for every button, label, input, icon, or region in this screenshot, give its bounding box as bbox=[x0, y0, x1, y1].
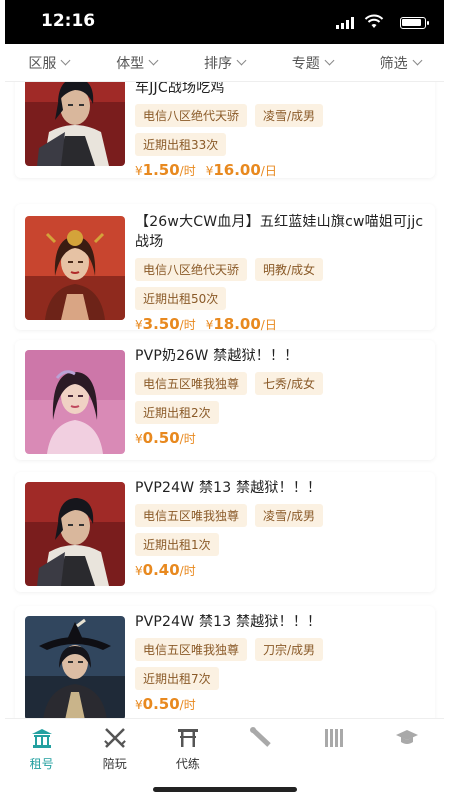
scroll-icon bbox=[249, 727, 273, 755]
role-tag: 刀宗/成男 bbox=[255, 638, 324, 661]
character-avatar[interactable] bbox=[25, 616, 125, 720]
listing-title[interactable]: 【26w大CW血月】五红蓝娃山旗cw喵姐可jjc战场 bbox=[135, 212, 427, 252]
chevron-down-icon bbox=[60, 55, 71, 66]
listing-info: PVP24W 禁13 禁越狱！！！ 电信五区唯我独尊 凌雪/成男 近期出租1次 … bbox=[135, 478, 427, 579]
server-tag: 电信五区唯我独尊 bbox=[135, 638, 248, 661]
listing-info: PVP奶26W 禁越狱！！！ 电信五区唯我独尊 七秀/成女 近期出租2次 ¥0.… bbox=[135, 346, 427, 447]
tab-label: 租号 bbox=[29, 757, 54, 771]
server-tag: 电信八区绝代天骄 bbox=[135, 258, 248, 281]
rental-count-badge: 近期出租1次 bbox=[135, 533, 219, 556]
listing-card[interactable]: PVP奶26W 禁越狱！！！ 电信五区唯我独尊 七秀/成女 近期出租2次 ¥0.… bbox=[15, 340, 435, 460]
server-tag: 电信五区唯我独尊 bbox=[135, 504, 248, 527]
listing-prices: ¥3.50/时 ¥18.00/日 bbox=[135, 315, 427, 333]
crossed-swords-icon bbox=[103, 727, 127, 755]
price-per-hour: ¥0.50/时 bbox=[135, 695, 196, 713]
filter-body-type[interactable]: 体型 bbox=[93, 53, 181, 73]
tab-label: 陪玩 bbox=[102, 757, 127, 771]
listing-tags: 电信五区唯我独尊 七秀/成女 bbox=[135, 372, 427, 395]
home-indicator bbox=[153, 787, 297, 792]
price-per-hour: ¥0.40/时 bbox=[135, 561, 196, 579]
listing-tags: 电信五区唯我独尊 凌雪/成男 bbox=[135, 504, 427, 527]
listing-card[interactable]: PVP24W 禁13 禁越狱！！！ 电信五区唯我独尊 凌雪/成男 近期出租1次 … bbox=[15, 472, 435, 592]
app-screen: 12:16 区服 体型 排序 专题 筛选 【十大白雪限文】20w月饼更新帝配雪爹… bbox=[5, 0, 444, 800]
character-avatar[interactable] bbox=[25, 216, 125, 320]
role-tag: 明教/成女 bbox=[255, 258, 324, 281]
listing-info: PVP24W 禁13 禁越狱！！！ 电信五区唯我独尊 刀宗/成男 近期出租7次 … bbox=[135, 612, 427, 713]
price-per-hour: ¥1.50/时 bbox=[135, 161, 196, 179]
filter-server[interactable]: 区服 bbox=[5, 53, 93, 73]
chevron-down-icon bbox=[324, 55, 335, 66]
bottom-tab-bar: 租号 陪玩 代练 bbox=[5, 718, 444, 778]
gate-icon bbox=[176, 727, 200, 755]
price-per-hour: ¥3.50/时 bbox=[135, 315, 196, 333]
character-avatar[interactable] bbox=[25, 350, 125, 454]
tab-temple[interactable]: 租号 bbox=[5, 719, 78, 778]
tab-scroll[interactable] bbox=[225, 719, 298, 778]
price-per-day: ¥16.00/日 bbox=[205, 161, 277, 179]
battery-icon bbox=[400, 17, 429, 29]
temple-icon bbox=[30, 727, 54, 755]
server-tag: 电信八区绝代天骄 bbox=[135, 104, 248, 127]
filter-more[interactable]: 筛选 bbox=[356, 53, 444, 73]
role-tag: 凌雪/成男 bbox=[255, 104, 324, 127]
tab-book[interactable] bbox=[298, 719, 371, 778]
filter-sort[interactable]: 排序 bbox=[181, 53, 269, 73]
rental-count-badge: 近期出租2次 bbox=[135, 401, 219, 424]
listing-card[interactable]: PVP24W 禁13 禁越狱！！！ 电信五区唯我独尊 刀宗/成男 近期出租7次 … bbox=[15, 606, 435, 736]
listing-title[interactable]: PVP24W 禁13 禁越狱！！！ bbox=[135, 612, 427, 632]
price-per-day: ¥18.00/日 bbox=[205, 315, 277, 333]
filter-label: 专题 bbox=[291, 55, 320, 72]
book-icon bbox=[322, 727, 346, 755]
rental-count-badge: 近期出租33次 bbox=[135, 133, 227, 156]
graduation-cap-icon bbox=[395, 727, 419, 755]
status-time: 12:16 bbox=[41, 11, 96, 31]
listing-prices: ¥1.50/时 ¥16.00/日 bbox=[135, 161, 427, 179]
listing-title[interactable]: PVP奶26W 禁越狱！！！ bbox=[135, 346, 427, 366]
listing-card[interactable]: 【26w大CW血月】五红蓝娃山旗cw喵姐可jjc战场 电信八区绝代天骄 明教/成… bbox=[15, 204, 435, 333]
tab-gate[interactable]: 代练 bbox=[151, 719, 224, 778]
role-tag: 凌雪/成男 bbox=[255, 504, 324, 527]
server-tag: 电信五区唯我独尊 bbox=[135, 372, 248, 395]
cellular-signal-icon bbox=[336, 17, 354, 29]
chevron-down-icon bbox=[236, 55, 247, 66]
filter-label: 区服 bbox=[28, 55, 57, 72]
character-avatar[interactable] bbox=[25, 482, 125, 586]
listing-prices: ¥0.50/时 bbox=[135, 429, 427, 447]
wifi-icon bbox=[364, 14, 384, 28]
price-per-hour: ¥0.50/时 bbox=[135, 429, 196, 447]
tab-crossed-swords[interactable]: 陪玩 bbox=[78, 719, 151, 778]
role-tag: 七秀/成女 bbox=[255, 372, 324, 395]
filter-label: 筛选 bbox=[379, 55, 408, 72]
listing-title[interactable]: PVP24W 禁13 禁越狱！！！ bbox=[135, 478, 427, 498]
chevron-down-icon bbox=[148, 55, 159, 66]
tab-graduation-cap[interactable] bbox=[371, 719, 444, 778]
tab-label: 代练 bbox=[175, 757, 200, 771]
chevron-down-icon bbox=[412, 55, 423, 66]
listing-tags: 电信五区唯我独尊 刀宗/成男 bbox=[135, 638, 427, 661]
listing-tags: 电信八区绝代天骄 凌雪/成男 bbox=[135, 104, 427, 127]
filter-topic[interactable]: 专题 bbox=[268, 53, 356, 73]
filter-bar: 区服 体型 排序 专题 筛选 bbox=[5, 44, 444, 82]
rental-count-badge: 近期出租7次 bbox=[135, 667, 219, 690]
listing-prices: ¥0.50/时 bbox=[135, 695, 427, 713]
listing-prices: ¥0.40/时 bbox=[135, 561, 427, 579]
listing-tags: 电信八区绝代天骄 明教/成女 bbox=[135, 258, 427, 281]
rental-count-badge: 近期出租50次 bbox=[135, 287, 227, 310]
status-bar: 12:16 bbox=[5, 0, 444, 44]
filter-label: 排序 bbox=[203, 55, 232, 72]
listing-info: 【26w大CW血月】五红蓝娃山旗cw喵姐可jjc战场 电信八区绝代天骄 明教/成… bbox=[135, 212, 427, 333]
filter-label: 体型 bbox=[116, 55, 145, 72]
